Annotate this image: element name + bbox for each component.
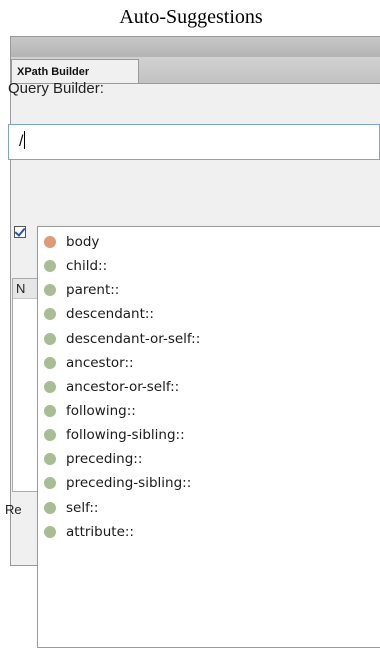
option-checkbox[interactable]	[14, 226, 26, 238]
suggestion-list: bodychild:: parent:: descendant:: descendan…	[38, 227, 380, 544]
text-caret	[24, 131, 26, 149]
suggestion-item[interactable]: self::	[38, 496, 380, 520]
suggestion-item[interactable]: preceding::	[38, 447, 380, 471]
suggestion-bullet-icon	[44, 501, 56, 514]
figure-caption: Auto-Suggestions	[119, 6, 263, 28]
suggestion-item[interactable]: child::	[38, 254, 380, 278]
suggestion-item[interactable]: descendant-or-self::	[38, 327, 380, 351]
suggestion-label: child::	[66, 258, 108, 275]
suggestion-bullet-icon	[44, 477, 56, 490]
suggestion-item[interactable]: following-sibling::	[38, 423, 380, 447]
suggestion-item[interactable]: ancestor-or-self::	[38, 375, 380, 399]
suggestion-label: following-sibling::	[66, 427, 185, 444]
suggestion-item[interactable]: ancestor::	[38, 351, 380, 375]
suggestion-label: descendant-or-self::	[66, 330, 201, 347]
results-label: Re	[5, 502, 22, 517]
suggestion-label: descendant::	[66, 306, 154, 323]
suggestion-item[interactable]: preceding-sibling::	[38, 471, 380, 495]
suggestion-label: body	[66, 234, 100, 251]
suggestion-label: ancestor::	[66, 354, 134, 371]
suggestion-label: preceding-sibling::	[66, 475, 192, 492]
query-input[interactable]: /	[8, 124, 380, 160]
suggestion-item[interactable]: descendant::	[38, 302, 380, 326]
suggestion-label: ancestor-or-self::	[66, 378, 180, 395]
suggestion-item[interactable]: following::	[38, 399, 380, 423]
suggestion-bullet-icon	[44, 380, 56, 393]
suggestion-item[interactable]: parent::	[38, 278, 380, 302]
autosuggest-dropdown[interactable]: bodychild:: parent:: descendant:: descendan…	[37, 226, 380, 648]
suggestion-label: preceding::	[66, 451, 143, 468]
suggestion-bullet-icon	[44, 284, 56, 297]
suggestion-label: following::	[66, 403, 136, 420]
suggestion-label: attribute::	[66, 523, 134, 540]
suggestion-item[interactable]: body	[38, 230, 380, 254]
query-builder-label: Query Builder:	[8, 80, 104, 97]
suggestion-bullet-icon	[44, 453, 56, 466]
query-input-value: /	[19, 133, 24, 150]
suggestion-label: self::	[66, 499, 99, 516]
suggestion-label: parent::	[66, 282, 120, 299]
suggestion-bullet-icon	[44, 429, 56, 442]
suggestion-bullet-icon	[44, 525, 56, 538]
suggestion-bullet-icon	[44, 405, 56, 418]
suggestion-bullet-icon	[44, 332, 56, 345]
suggestion-item[interactable]: attribute::	[38, 520, 380, 544]
suggestion-bullet-icon	[44, 260, 56, 273]
suggestion-bullet-icon	[44, 236, 56, 249]
suggestion-bullet-icon	[44, 308, 56, 321]
suggestion-bullet-icon	[44, 356, 56, 369]
panel-titlebar[interactable]	[11, 37, 380, 58]
